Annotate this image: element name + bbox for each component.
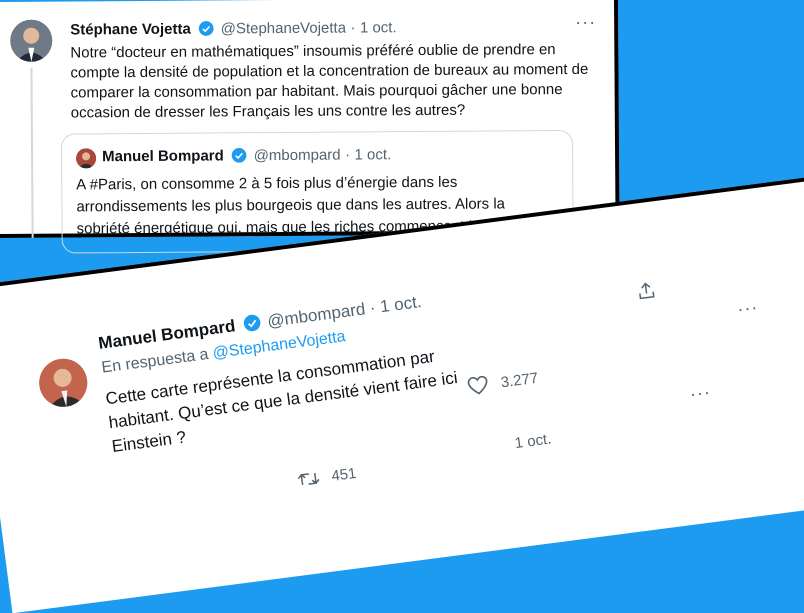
- thread-line: [30, 67, 34, 238]
- quoted-tweet-header: Manuel Bompard @mbompard · 1 oct.: [102, 146, 391, 166]
- share-button[interactable]: [635, 280, 657, 302]
- quoted-tweet-date: 1 oct.: [354, 146, 392, 164]
- more-options-icon[interactable]: ···: [575, 12, 596, 33]
- separator-dot: ·: [350, 19, 356, 37]
- separator-dot: ·: [368, 298, 377, 318]
- tweet-date[interactable]: 1 oct.: [514, 430, 553, 452]
- tweet-date[interactable]: 1 oct.: [379, 292, 423, 316]
- more-options-icon[interactable]: ···: [689, 382, 713, 406]
- more-options-icon[interactable]: ···: [736, 297, 760, 321]
- verified-badge-icon: [198, 21, 214, 36]
- avatar[interactable]: [10, 19, 53, 62]
- heart-icon: [467, 375, 488, 395]
- verified-badge-icon: [231, 147, 247, 163]
- like-count: 3.277: [499, 369, 540, 391]
- quoted-author-handle: @mbompard: [253, 146, 341, 165]
- like-button[interactable]: 3.277: [466, 368, 540, 397]
- tweet-card-vojetta[interactable]: Stéphane Vojetta @StephaneVojetta · 1 oc…: [0, 0, 620, 254]
- tweet-header: Stéphane Vojetta @StephaneVojetta · 1 oc…: [70, 19, 397, 39]
- quoted-author-name: Manuel Bompard: [102, 147, 224, 166]
- author-handle[interactable]: @mbompard: [266, 299, 366, 331]
- verified-badge-icon: [243, 314, 261, 332]
- tweet-text: Notre “docteur en mathématiques” insoumi…: [70, 41, 589, 122]
- separator-dot: ·: [345, 146, 351, 164]
- author-handle[interactable]: @StephaneVojetta: [221, 20, 346, 38]
- retweet-count: 451: [330, 464, 358, 485]
- retweet-icon: [297, 472, 320, 485]
- author-name[interactable]: Stéphane Vojetta: [70, 21, 191, 39]
- retweet-button[interactable]: 451: [297, 464, 358, 489]
- tweet-date[interactable]: 1 oct.: [360, 19, 397, 36]
- share-icon: [639, 282, 655, 300]
- avatar[interactable]: [36, 355, 91, 410]
- avatar: [76, 148, 97, 169]
